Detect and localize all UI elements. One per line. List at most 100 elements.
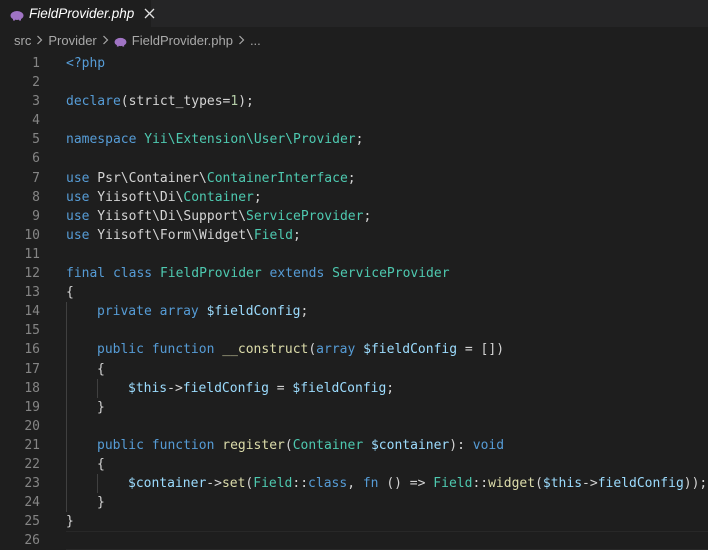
code-token: -> [582, 476, 598, 492]
code-token: Psr\Container\ [89, 170, 207, 186]
current-line-highlight [66, 531, 708, 550]
line-number: 14 [24, 304, 40, 320]
tab-fieldprovider[interactable]: FieldProvider.php [0, 0, 155, 27]
code-token: fn [362, 476, 379, 492]
line-number: 21 [24, 437, 40, 453]
code-token: Yiisoft\Di\Support\ [89, 208, 247, 224]
code-line[interactable]: 3 declare(strict_types=1); [0, 92, 708, 111]
code-token: Container [183, 189, 254, 205]
code-line[interactable]: 5 namespace Yii\Extension\User\Provider; [0, 130, 708, 149]
code-token: -> [206, 476, 222, 492]
code-line[interactable]: 9 use Yiisoft\Di\Support\ServiceProvider; [0, 207, 708, 226]
code-line[interactable]: 6 [0, 149, 708, 168]
code-token: $fieldConfig [292, 380, 387, 396]
indent-guide [66, 321, 67, 341]
code-line[interactable]: 14 private array $fieldConfig; [0, 302, 708, 322]
line-number: 26 [24, 533, 40, 549]
code-token: ( [308, 342, 317, 358]
chevron-right-icon [102, 35, 109, 45]
line-number: 3 [32, 94, 40, 110]
code-text: private array $fieldConfig; [97, 302, 308, 321]
code-token: array [316, 342, 356, 358]
code-line[interactable]: 25} [0, 512, 708, 531]
line-number: 25 [24, 514, 40, 530]
code-line[interactable]: 23 $container->set(Field::class, fn () =>… [0, 474, 708, 494]
code-line[interactable]: 4 [0, 111, 708, 130]
indent-guide [66, 397, 67, 417]
line-number: 13 [24, 285, 40, 301]
code-token: } [97, 399, 105, 415]
code-line[interactable]: 12 final class FieldProvider extends Serv… [0, 264, 708, 283]
code-line[interactable]: 2 [0, 73, 708, 92]
breadcrumb-src[interactable]: src [14, 33, 31, 48]
code-line[interactable]: 10 use Yiisoft\Form\Widget\Field; [0, 226, 708, 245]
code-token: use [66, 189, 90, 205]
line-number: 19 [24, 399, 40, 415]
code-text: $this->fieldConfig = $fieldConfig; [128, 379, 394, 398]
code-line[interactable]: 21 public function register(Container $co… [0, 435, 708, 455]
code-line[interactable]: 8 use Yiisoft\Di\Container; [0, 188, 708, 207]
code-token: (strict_types= [120, 94, 231, 110]
indent-guide [66, 302, 67, 322]
code-text: $container->set(Field::class, fn () => F… [128, 474, 707, 493]
code-token: <?php [66, 56, 106, 71]
code-text: namespace Yii\Extension\User\Provider; [66, 130, 363, 149]
line-number: 8 [32, 189, 40, 205]
line-number: 12 [24, 266, 40, 282]
code-text: use Yiisoft\Di\Support\ServiceProvider; [66, 207, 371, 226]
code-line[interactable]: 19} [0, 397, 708, 417]
code-token: -> [167, 380, 183, 396]
code-token: , [347, 476, 363, 492]
breadcrumb-provider[interactable]: Provider [48, 33, 96, 48]
code-token: ; [355, 132, 364, 148]
code-line[interactable]: 20 [0, 416, 708, 436]
close-icon[interactable] [144, 7, 155, 21]
code-token: ServiceProvider [246, 208, 364, 224]
code-token: function [151, 342, 215, 358]
code-token: = []) [457, 342, 505, 358]
code-line[interactable]: 11 [0, 245, 708, 264]
code-line[interactable]: 1 <?php [0, 54, 708, 73]
indent-guide [66, 493, 67, 513]
code-token: $this [542, 476, 583, 492]
code-token: use [66, 170, 90, 186]
indent-guide [66, 340, 67, 360]
indent-guide [66, 454, 67, 475]
tab-bar: FieldProvider.php [0, 0, 708, 27]
code-text: { [66, 283, 74, 302]
code-token: extends [269, 266, 325, 282]
code-token: = [268, 380, 293, 396]
code-token: ; [363, 208, 372, 224]
code-editor[interactable]: 1 <?php 2 3 declare(strict_types=1); 4 5 namesp… [0, 54, 708, 550]
code-token: ServiceProvider [332, 266, 450, 282]
code-token: namespace [66, 132, 137, 148]
breadcrumb-file[interactable]: FieldProvider.php [132, 33, 233, 48]
code-line[interactable]: 22 { [0, 454, 708, 475]
code-token: Field [253, 227, 293, 243]
code-text: { [97, 455, 105, 474]
code-line[interactable]: 16 public function __construct(array $fie… [0, 340, 708, 360]
code-text: } [97, 493, 105, 512]
code-token: ; [293, 227, 301, 243]
breadcrumb-symbol[interactable]: ... [250, 33, 261, 48]
code-line[interactable]: 24} [0, 493, 708, 513]
line-number: 5 [32, 132, 40, 148]
line-number: 1 [32, 56, 40, 71]
code-token: ( [284, 437, 293, 453]
code-text: final class FieldProvider extends Servic… [66, 264, 450, 283]
code-line[interactable]: 26 [0, 531, 708, 550]
code-token: use [66, 227, 90, 243]
code-line[interactable]: 13 { [0, 283, 708, 302]
code-token: $fieldConfig [206, 304, 301, 320]
code-line[interactable]: 7 use Psr\Container\ContainerInterface; [0, 169, 708, 188]
code-token: ; [386, 380, 395, 396]
code-line[interactable]: 15 [0, 321, 708, 341]
code-token: $this [128, 380, 168, 396]
code-token: $fieldConfig [363, 342, 458, 358]
code-line[interactable]: 17 { [0, 359, 708, 379]
code-line[interactable]: 18 $this->fieldConfig = $fieldConfig; [0, 378, 708, 398]
